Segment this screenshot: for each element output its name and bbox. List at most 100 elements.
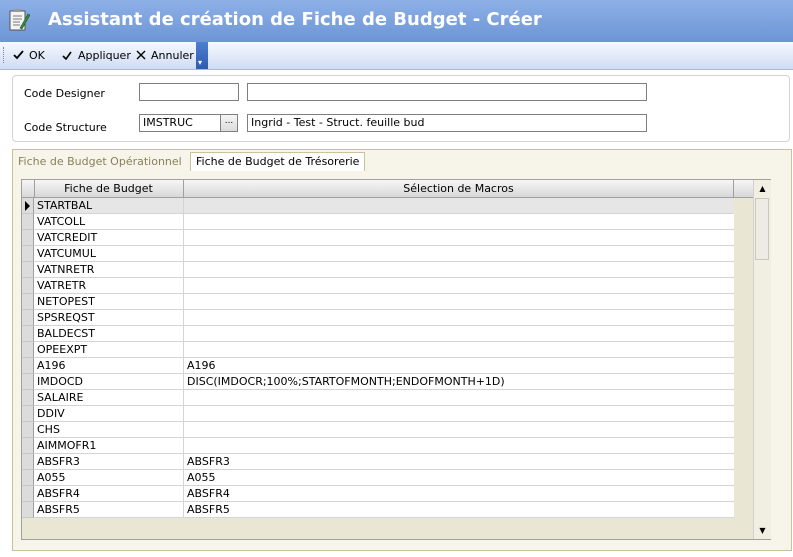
cell-budget[interactable]: SALAIRE	[34, 390, 184, 406]
table-row[interactable]: ABSFR3 ABSFR3	[22, 454, 734, 470]
title-bar: Assistant de création de Fiche de Budget…	[0, 0, 793, 42]
cell-budget[interactable]: A196	[34, 358, 184, 374]
cell-macro[interactable]	[184, 406, 734, 422]
row-selector[interactable]	[22, 502, 34, 518]
table-row[interactable]: A055 A055	[22, 470, 734, 486]
column-header-macros[interactable]: Sélection de Macros	[184, 180, 734, 197]
row-selector[interactable]	[22, 342, 34, 358]
row-selector[interactable]	[22, 470, 34, 486]
cell-macro[interactable]	[184, 230, 734, 246]
cell-macro[interactable]	[184, 390, 734, 406]
row-selector[interactable]	[22, 246, 34, 262]
cell-macro[interactable]	[184, 214, 734, 230]
cell-budget[interactable]: AIMMOFR1	[34, 438, 184, 454]
cell-macro[interactable]	[184, 246, 734, 262]
table-row[interactable]: STARTBAL	[22, 198, 734, 214]
table-row[interactable]: ABSFR5 ABSFR5	[22, 502, 734, 518]
row-selector[interactable]	[22, 454, 34, 470]
cell-macro[interactable]: ABSFR3	[184, 454, 734, 470]
cell-budget[interactable]: VATCREDIT	[34, 230, 184, 246]
cell-budget[interactable]: STARTBAL	[34, 198, 184, 214]
row-selector[interactable]	[22, 310, 34, 326]
cell-macro[interactable]	[184, 294, 734, 310]
cell-macro[interactable]	[184, 438, 734, 454]
row-selector[interactable]	[22, 198, 34, 214]
cell-budget[interactable]: ABSFR5	[34, 502, 184, 518]
code-structure-input[interactable]: IMSTRUC	[139, 114, 221, 132]
row-pointer-icon	[25, 201, 30, 211]
vertical-scrollbar[interactable]: ▲ ▼	[753, 180, 771, 539]
table-row[interactable]: A196 A196	[22, 358, 734, 374]
row-selector[interactable]	[22, 486, 34, 502]
row-selector[interactable]	[22, 214, 34, 230]
cell-budget[interactable]: OPEEXPT	[34, 342, 184, 358]
table-row[interactable]: CHS	[22, 422, 734, 438]
table-row[interactable]: VATCREDIT	[22, 230, 734, 246]
cell-budget[interactable]: NETOPEST	[34, 294, 184, 310]
table-row[interactable]: VATNRETR	[22, 262, 734, 278]
row-selector[interactable]	[22, 406, 34, 422]
tab-treasury-budget[interactable]: Fiche de Budget de Trésorerie	[190, 152, 366, 171]
cell-macro[interactable]: A196	[184, 358, 734, 374]
cell-budget[interactable]: DDIV	[34, 406, 184, 422]
cell-macro[interactable]	[184, 422, 734, 438]
cell-budget[interactable]: A055	[34, 470, 184, 486]
row-selector[interactable]	[22, 438, 34, 454]
row-selector[interactable]	[22, 422, 34, 438]
cell-budget[interactable]: VATNRETR	[34, 262, 184, 278]
cell-budget[interactable]: VATCUMUL	[34, 246, 184, 262]
cell-budget[interactable]: VATCOLL	[34, 214, 184, 230]
tab-operational-budget[interactable]: Fiche de Budget Opérationnel	[13, 153, 187, 171]
code-designer-input[interactable]	[139, 83, 239, 101]
cell-budget[interactable]: IMDOCD	[34, 374, 184, 390]
cell-macro[interactable]: DISC(IMDOCR;100%;STARTOFMONTH;ENDOFMONTH…	[184, 374, 734, 390]
table-row[interactable]: DDIV	[22, 406, 734, 422]
scrollbar-thumb[interactable]	[755, 198, 769, 260]
column-header-budget[interactable]: Fiche de Budget	[34, 180, 184, 197]
checkmark-small-icon	[62, 51, 72, 60]
cell-macro[interactable]	[184, 326, 734, 342]
apply-button[interactable]: Appliquer	[62, 47, 131, 63]
cell-macro[interactable]: ABSFR5	[184, 502, 734, 518]
row-selector[interactable]	[22, 390, 34, 406]
table-row[interactable]: IMDOCD DISC(IMDOCR;100%;STARTOFMONTH;ENDO…	[22, 374, 734, 390]
cancel-button[interactable]: Annuler	[136, 47, 194, 63]
table-row[interactable]: ABSFR4 ABSFR4	[22, 486, 734, 502]
cell-budget[interactable]: SPSREQST	[34, 310, 184, 326]
apply-button-label: Appliquer	[78, 48, 131, 62]
table-row[interactable]: AIMMOFR1	[22, 438, 734, 454]
cell-budget[interactable]: CHS	[34, 422, 184, 438]
row-selector[interactable]	[22, 262, 34, 278]
cell-macro[interactable]: A055	[184, 470, 734, 486]
row-selector[interactable]	[22, 294, 34, 310]
table-row[interactable]: BALDECST	[22, 326, 734, 342]
table-row[interactable]: SPSREQST	[22, 310, 734, 326]
row-selector[interactable]	[22, 326, 34, 342]
cell-macro[interactable]	[184, 198, 734, 214]
toolbar-overflow-button[interactable]: ▾	[196, 42, 208, 69]
code-structure-lookup-button[interactable]: ...	[220, 114, 238, 132]
cell-macro[interactable]	[184, 278, 734, 294]
ok-button[interactable]: OK	[13, 47, 45, 63]
cell-budget[interactable]: BALDECST	[34, 326, 184, 342]
table-row[interactable]: VATCOLL	[22, 214, 734, 230]
table-row[interactable]: VATCUMUL	[22, 246, 734, 262]
row-selector[interactable]	[22, 230, 34, 246]
toolbar-grip[interactable]	[3, 47, 6, 63]
cell-macro[interactable]	[184, 310, 734, 326]
table-row[interactable]: NETOPEST	[22, 294, 734, 310]
cell-budget[interactable]: VATRETR	[34, 278, 184, 294]
table-row[interactable]: OPEEXPT	[22, 342, 734, 358]
scroll-up-arrow-icon[interactable]: ▲	[754, 180, 771, 197]
cell-budget[interactable]: ABSFR4	[34, 486, 184, 502]
table-row[interactable]: SALAIRE	[22, 390, 734, 406]
cell-macro[interactable]	[184, 342, 734, 358]
cell-macro[interactable]: ABSFR4	[184, 486, 734, 502]
scroll-down-arrow-icon[interactable]: ▼	[754, 522, 771, 539]
cell-macro[interactable]	[184, 262, 734, 278]
cell-budget[interactable]: ABSFR3	[34, 454, 184, 470]
row-selector[interactable]	[22, 374, 34, 390]
row-selector[interactable]	[22, 358, 34, 374]
row-selector[interactable]	[22, 278, 34, 294]
table-row[interactable]: VATRETR	[22, 278, 734, 294]
